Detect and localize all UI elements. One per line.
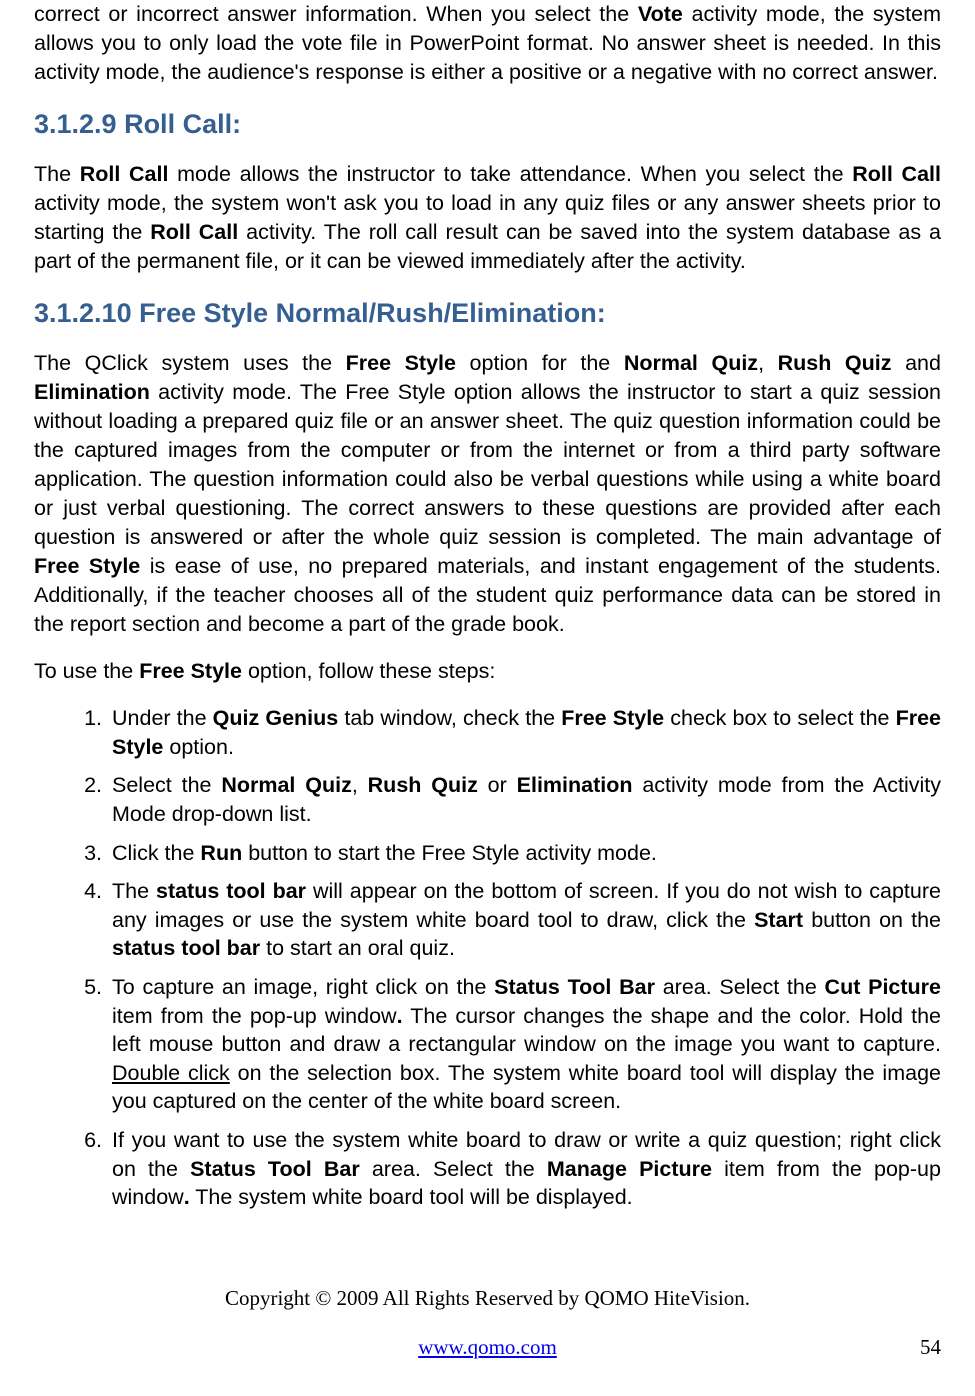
step-item: Click the Run button to start the Free S…: [108, 839, 941, 868]
page-number: 54: [920, 1335, 941, 1360]
heading-free-style: 3.1.2.10 Free Style Normal/Rush/Eliminat…: [34, 298, 941, 329]
footer-url-link[interactable]: www.qomo.com: [418, 1335, 557, 1359]
step-item: To capture an image, right click on the …: [108, 973, 941, 1116]
page-footer: Copyright © 2009 All Rights Reserved by …: [34, 1286, 941, 1360]
copyright-text: Copyright © 2009 All Rights Reserved by …: [34, 1286, 941, 1311]
rollcall-body: The Roll Call mode allows the instructor…: [34, 160, 941, 276]
document-page: correct or incorrect answer information.…: [0, 0, 975, 1396]
freestyle-body: The QClick system uses the Free Style op…: [34, 349, 941, 639]
step-item: Select the Normal Quiz, Rush Quiz or Eli…: [108, 771, 941, 828]
step-item: The status tool bar will appear on the b…: [108, 877, 941, 963]
step-item: Under the Quiz Genius tab window, check …: [108, 704, 941, 761]
heading-roll-call: 3.1.2.9 Roll Call:: [34, 109, 941, 140]
step-item: If you want to use the system white boar…: [108, 1126, 941, 1212]
freestyle-steps-list: Under the Quiz Genius tab window, check …: [34, 704, 941, 1212]
intro-paragraph: correct or incorrect answer information.…: [34, 0, 941, 87]
freestyle-intro: To use the Free Style option, follow the…: [34, 657, 941, 686]
